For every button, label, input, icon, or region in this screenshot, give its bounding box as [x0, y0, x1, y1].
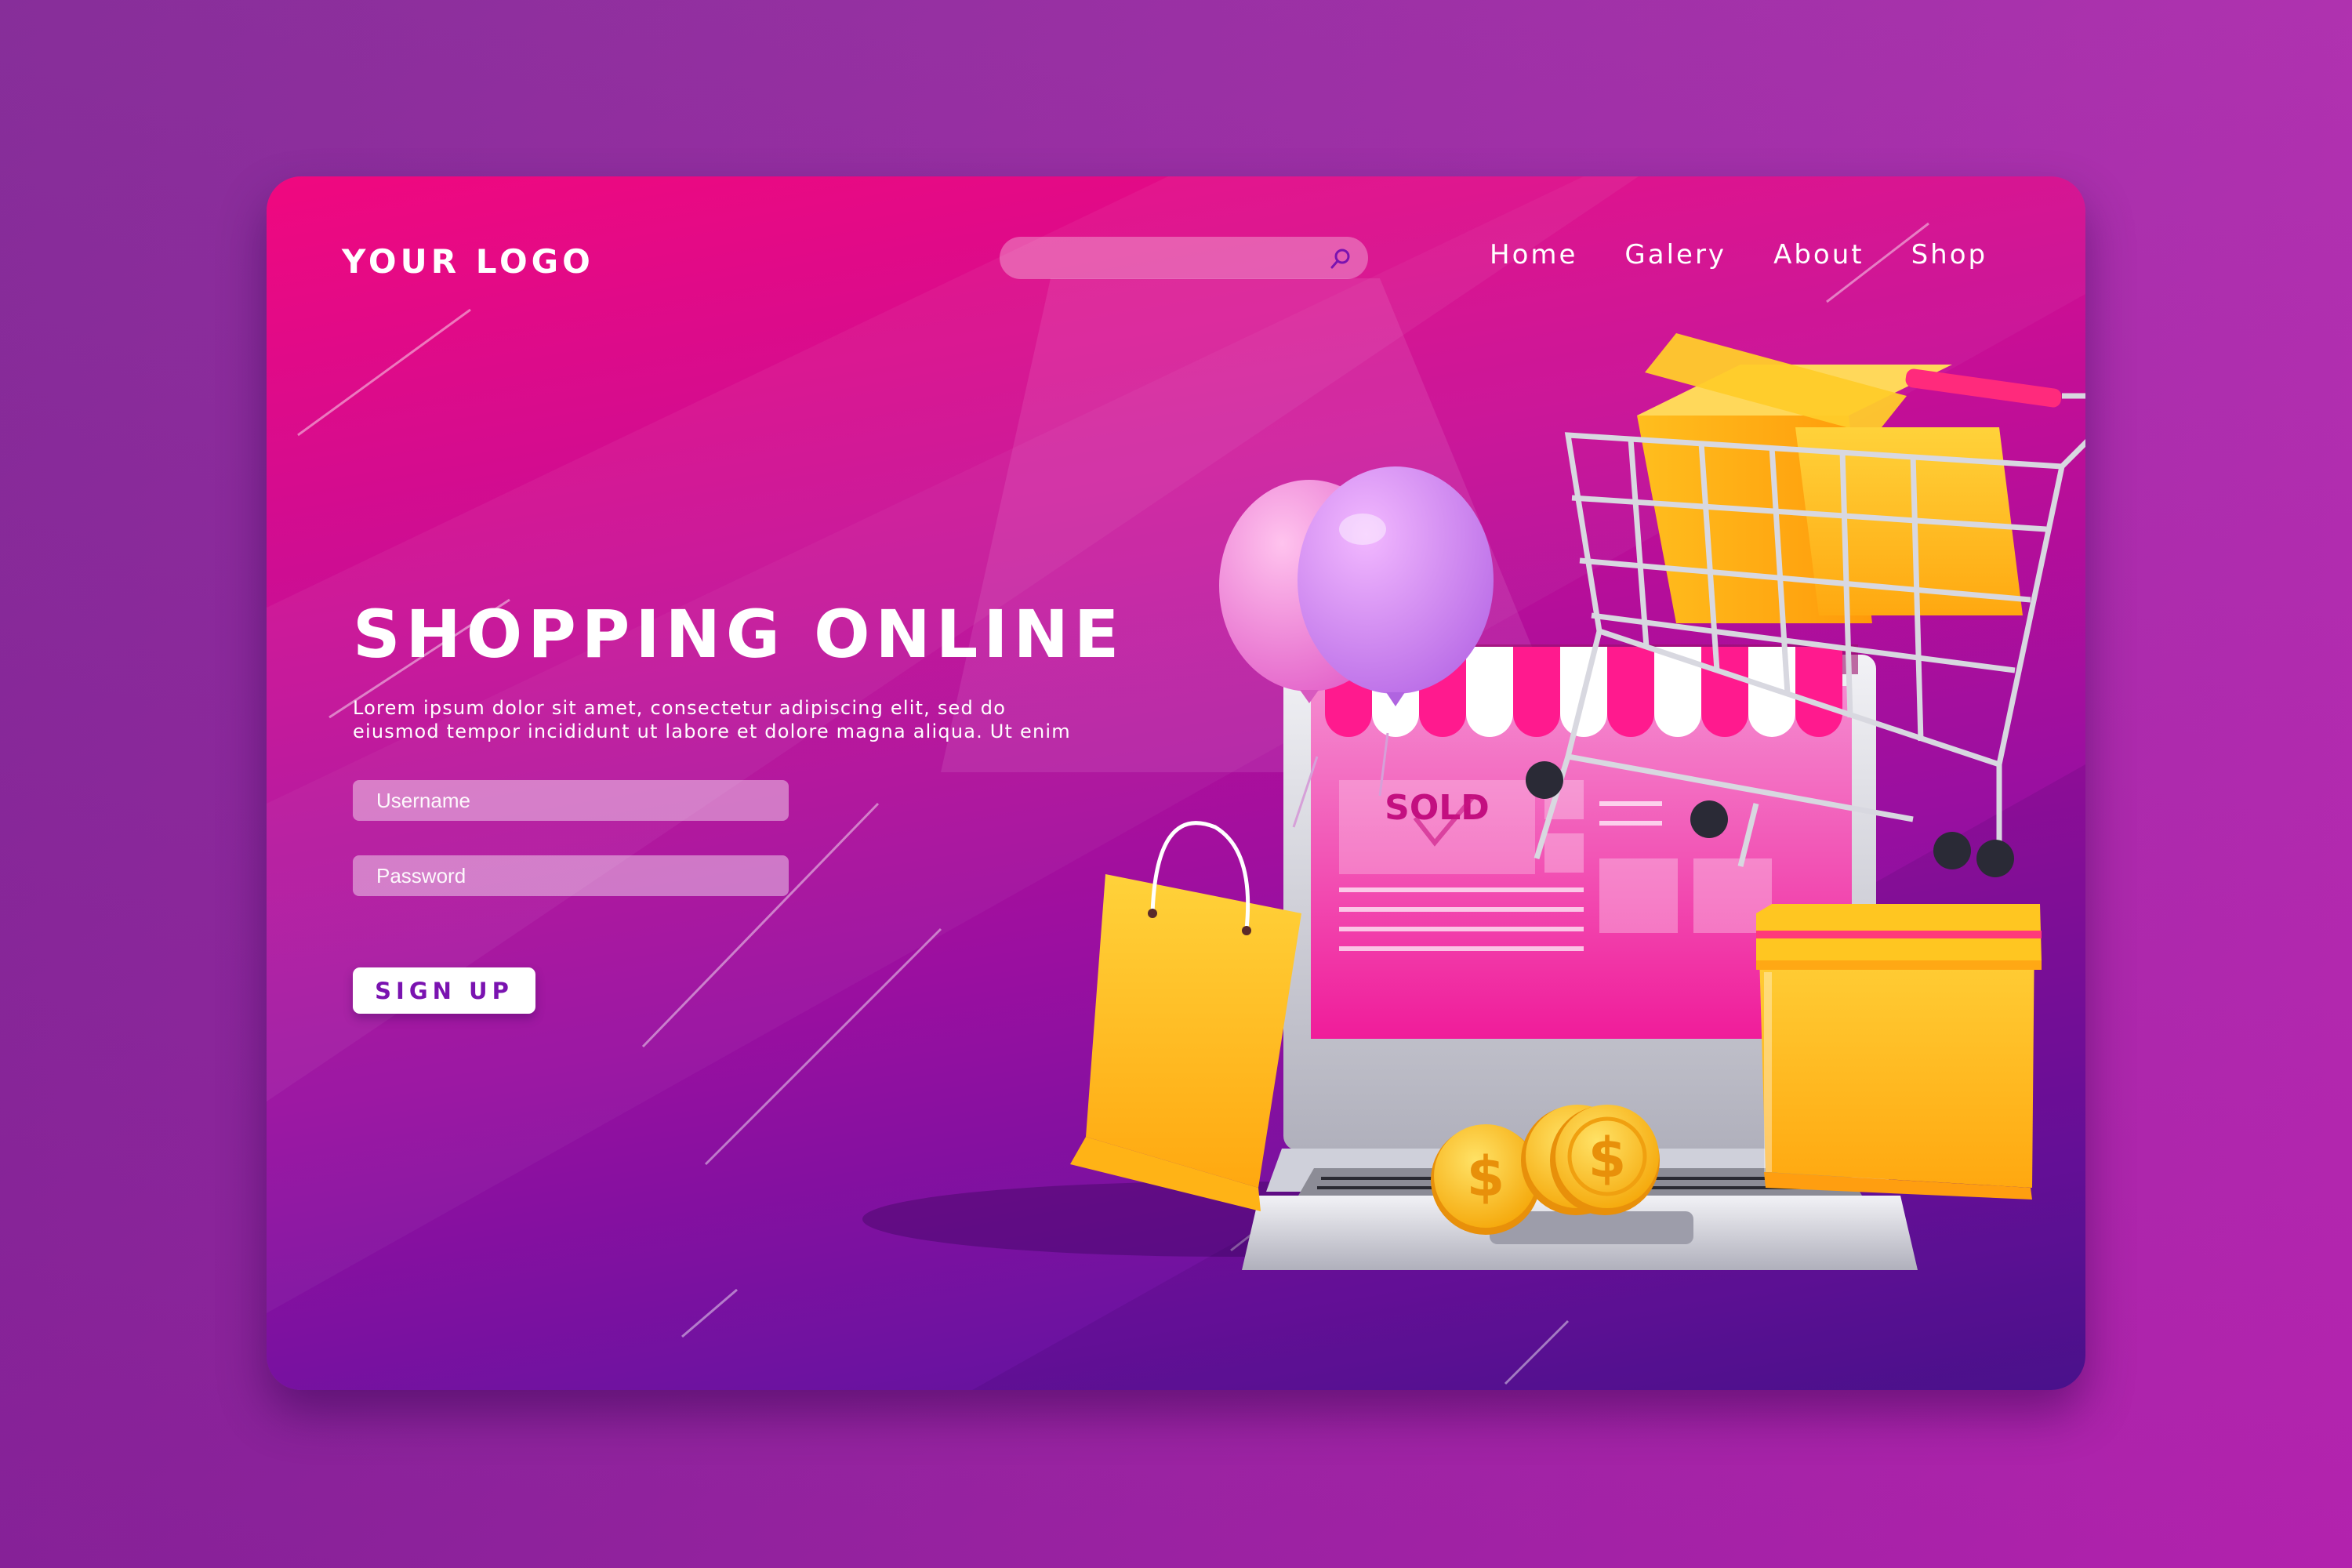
shopping-illustration: SOLD $ $: [862, 333, 2085, 1270]
landing-card: YOUR LOGO Home Galery About Shop SHOPPIN…: [267, 176, 2085, 1390]
sold-label: SOLD: [1385, 788, 1490, 828]
gift-box: [1756, 904, 2042, 1200]
coin-symbol: $: [1467, 1145, 1505, 1209]
coin-symbol: $: [1588, 1126, 1627, 1190]
shopping-bag: [1070, 821, 1301, 1211]
